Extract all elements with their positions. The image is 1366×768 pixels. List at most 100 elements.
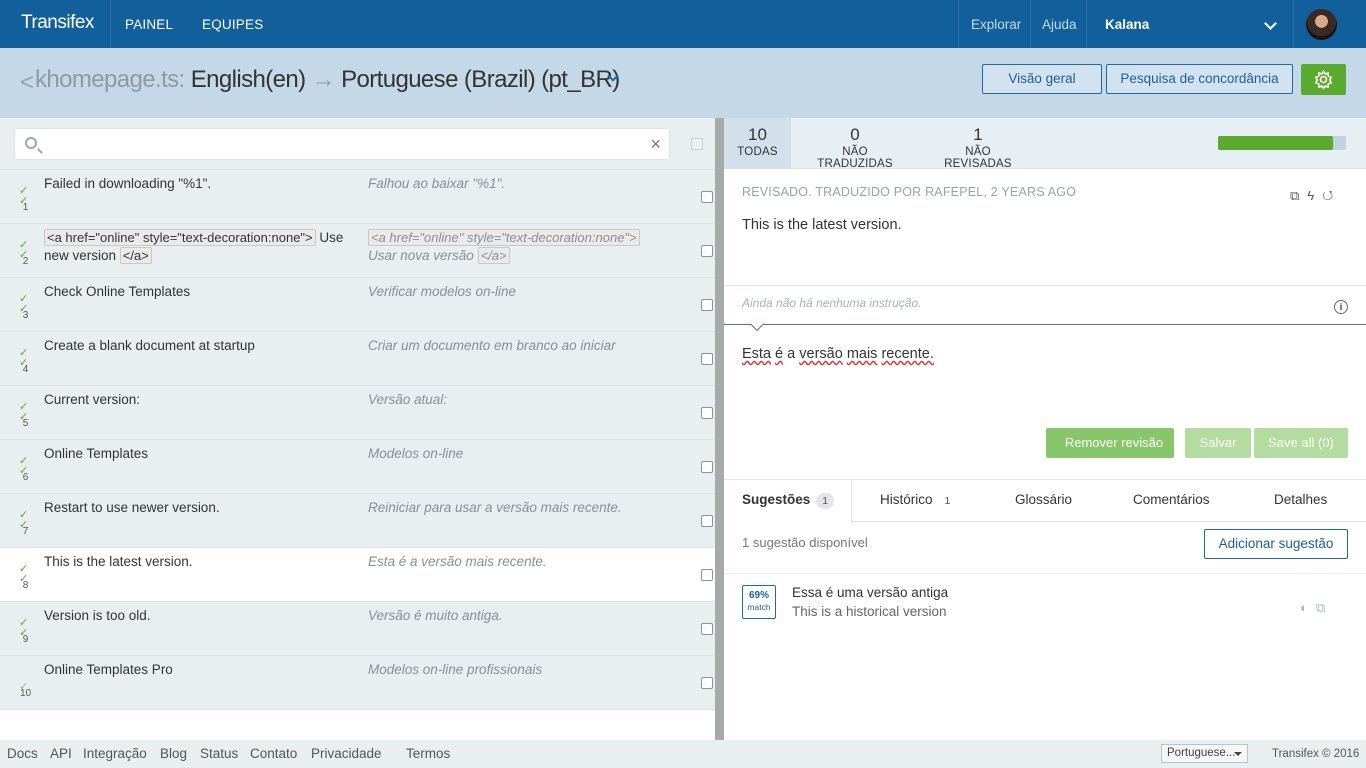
footer-link-blog[interactable]: Blog	[160, 746, 187, 761]
translation-text: Modelos on-line profissionais	[368, 662, 543, 677]
user-menu[interactable]: Kalana	[1105, 17, 1149, 32]
nav-teams[interactable]: EQUIPES	[202, 17, 263, 32]
undo-icon[interactable]: ↺	[1322, 188, 1341, 203]
avatar[interactable]	[1306, 9, 1337, 40]
row-checkbox[interactable]	[701, 623, 713, 635]
translation-text: Criar um documento em branco ao iniciar	[368, 338, 616, 353]
clear-search-icon[interactable]: ×	[650, 134, 661, 155]
row-checkbox[interactable]	[701, 353, 713, 365]
footer-link-status[interactable]: Status	[200, 746, 238, 761]
string-row[interactable]: ✓ ✓ 6 Online Templates Modelos on-line	[0, 439, 715, 493]
row-checkbox[interactable]	[701, 569, 713, 581]
language-select[interactable]: Portuguese...	[1161, 744, 1248, 763]
divider	[1293, 0, 1294, 48]
filter-untranslated[interactable]: 0 NÃO TRADUZIDAS	[806, 124, 904, 170]
target-language[interactable]: Portuguese (Brazil) (pt_BR)	[341, 66, 620, 93]
pointer-arrow	[749, 316, 765, 332]
divider	[724, 324, 1366, 325]
lightning-icon[interactable]: ϟ	[1307, 188, 1322, 203]
row-checkbox[interactable]	[701, 515, 713, 527]
row-checkbox[interactable]	[701, 407, 713, 419]
gear-icon	[1314, 70, 1333, 90]
nav-dashboard[interactable]: PAINEL	[125, 17, 173, 32]
settings-button[interactable]	[1301, 64, 1346, 95]
footer-link-terms[interactable]: Termos	[406, 746, 450, 761]
string-row[interactable]: ✓ 10 Online Templates Pro Modelos on-lin…	[0, 655, 715, 709]
divider	[110, 0, 111, 48]
source-language: English(en)	[190, 66, 306, 93]
string-row[interactable]: ✓ ✓ 9 Version is too old. Versão é muito …	[0, 601, 715, 655]
row-checkbox[interactable]	[701, 245, 713, 257]
search-input[interactable]: ×	[14, 128, 670, 160]
string-number: 9	[22, 634, 29, 645]
tab-comments[interactable]: Comentários	[1133, 480, 1210, 522]
back-chevron-icon[interactable]: <	[20, 69, 34, 97]
string-number: 2	[22, 256, 29, 267]
remove-review-button[interactable]: Remover revisão	[1046, 428, 1174, 458]
pane-resize-handle[interactable]	[715, 118, 724, 740]
source-text: Version is too old.	[44, 608, 151, 623]
resource-name[interactable]: khomepage.ts:	[35, 66, 185, 93]
source-text: Check Online Templates	[44, 284, 191, 299]
progress-fill	[1218, 136, 1334, 150]
save-button[interactable]: Salvar	[1185, 428, 1251, 458]
match-badge: 69% match	[742, 585, 776, 619]
string-row[interactable]: ✓ ✓ 1 Failed in downloading "%1". Falhou …	[0, 169, 715, 223]
tab-suggestions[interactable]: Sugestões 1	[724, 480, 852, 523]
row-checkbox[interactable]	[701, 191, 713, 203]
filter-all[interactable]: 10 TODAS	[724, 118, 791, 169]
footer-link-integration[interactable]: Integração	[83, 746, 147, 761]
translation-meta: REVISADO. TRADUZIDO POR RAFEPEL, 2 YEARS…	[742, 185, 1077, 199]
copy-suggestion-icon[interactable]: ⧉	[1316, 600, 1333, 615]
string-row[interactable]: ✓ ✓ 2 <a href="online" style="text-decora…	[0, 223, 715, 277]
row-checkbox[interactable]	[701, 299, 713, 311]
save-all-button[interactable]: Save all (0)	[1254, 428, 1348, 458]
add-suggestion-button[interactable]: Adicionar sugestão	[1204, 529, 1348, 559]
footer-link-api[interactable]: API	[50, 746, 72, 761]
string-number: 1	[22, 202, 29, 213]
string-number: 7	[22, 526, 29, 537]
string-row[interactable]: ✓ ✓ 5 Current version: Versão atual:	[0, 385, 715, 439]
nav-help[interactable]: Ajuda	[1042, 17, 1077, 32]
diff-icon[interactable]: ◐	[1300, 600, 1316, 615]
row-checkbox[interactable]	[701, 677, 713, 689]
string-row[interactable]: ✓ ✓ 7 Restart to use newer version. Reini…	[0, 493, 715, 547]
info-icon[interactable]: i	[1334, 300, 1348, 314]
overview-button[interactable]: Visão geral	[982, 64, 1102, 94]
string-row-selected[interactable]: ✓ ✓ 8 This is the latest version. Esta é …	[0, 547, 715, 601]
source-text: Online Templates	[44, 446, 149, 461]
string-number: 4	[22, 364, 29, 375]
source-text: Create a blank document at startup	[44, 338, 255, 353]
concordance-search-button[interactable]: Pesquisa de concordância	[1106, 64, 1293, 94]
string-row[interactable]: ✓ ✓ 3 Check Online Templates Verificar mo…	[0, 277, 715, 331]
tab-glossary[interactable]: Glossário	[1015, 480, 1072, 522]
footer-link-docs[interactable]: Docs	[7, 746, 38, 761]
tab-details[interactable]: Detalhes	[1274, 480, 1327, 522]
translation-textarea[interactable]: Esta é a versão mais recente.	[742, 346, 934, 362]
divider	[724, 573, 1366, 574]
row-checkbox[interactable]	[701, 461, 713, 473]
chevron-down-icon[interactable]	[1264, 17, 1277, 30]
filter-unreviewed[interactable]: 1 NÃO REVISADAS	[932, 124, 1024, 170]
divider	[958, 0, 959, 48]
string-row[interactable]: ✓ ✓ 4 Create a blank document at startup …	[0, 331, 715, 385]
translation-text: Reiniciar para usar a versão mais recent…	[368, 500, 622, 515]
progress-bar	[1218, 136, 1346, 150]
string-number: 10	[19, 688, 32, 699]
string-number: 8	[22, 580, 29, 591]
translation-text: Versão atual:	[368, 392, 448, 407]
list-end-spacer	[0, 709, 715, 741]
nav-explore[interactable]: Explorar	[971, 17, 1021, 32]
breadcrumb: khomepage.ts: English(en) → Portuguese (…	[35, 66, 620, 94]
select-all-checkbox[interactable]	[691, 138, 703, 150]
divider	[724, 285, 1366, 286]
instructions-placeholder: Ainda não há nenhuma instrução.	[742, 296, 922, 310]
transifex-logo[interactable]: Transifex	[21, 12, 94, 34]
suggestion-translation[interactable]: Essa é uma versão antiga	[792, 585, 948, 600]
copy-source-icon[interactable]: ⧉	[1290, 188, 1307, 203]
tab-history[interactable]: Histórico 1	[880, 480, 956, 522]
string-list-pane: × ✓ ✓ 1 Failed in downloading "%1". Falho…	[0, 118, 715, 741]
footer-link-contact[interactable]: Contato	[250, 746, 297, 761]
footer-link-privacy[interactable]: Privacidade	[311, 746, 382, 761]
suggestion-tools: ◐⧉	[1300, 600, 1333, 616]
